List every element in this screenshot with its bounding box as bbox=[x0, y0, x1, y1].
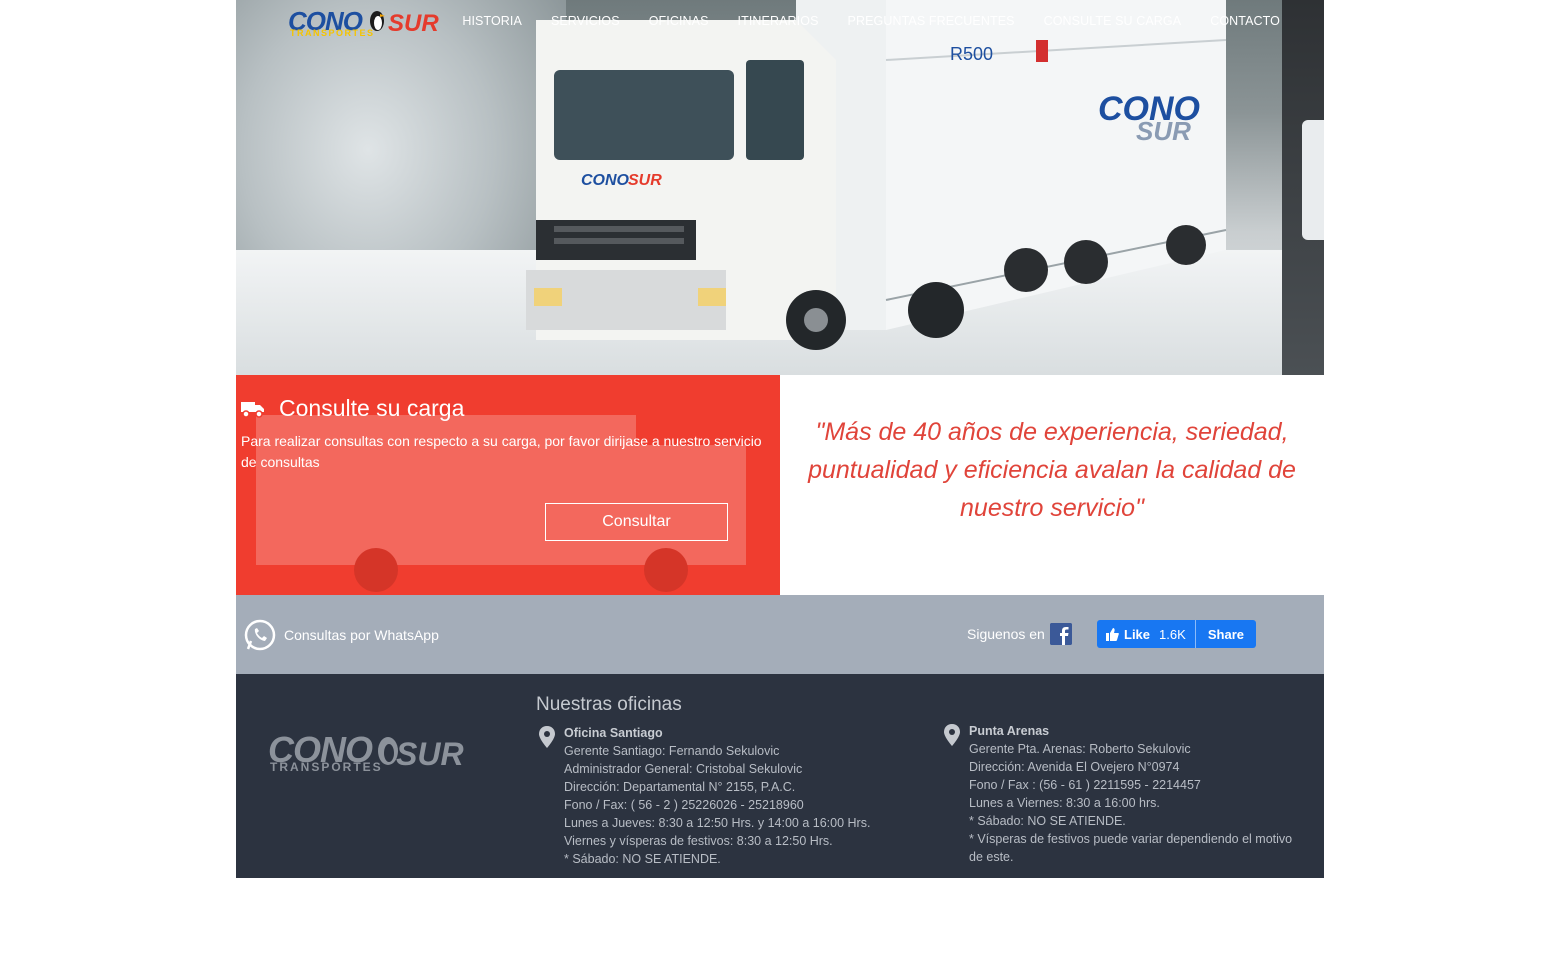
footer-logo-part2: SUR bbox=[396, 736, 464, 772]
office-line: Dirección: Departamental N° 2155, P.A.C. bbox=[564, 780, 796, 794]
fb-share-button[interactable]: Share bbox=[1194, 620, 1256, 648]
hero-side-strip bbox=[1282, 0, 1324, 375]
consult-panel: Consulte su carga Para realizar consulta… bbox=[236, 375, 780, 595]
quote-panel: "Más de 40 años de experiencia, seriedad… bbox=[780, 375, 1324, 595]
fb-like-button[interactable]: Like 1.6K bbox=[1097, 627, 1186, 642]
office-line: Administrador General: Cristobal Sekulov… bbox=[564, 762, 803, 776]
consultar-button[interactable]: Consultar bbox=[545, 503, 728, 541]
office-line: Gerente Santiago: Fernando Sekulovic bbox=[564, 744, 780, 758]
office-line: * Vísperas de festivos puede variar depe… bbox=[969, 832, 1293, 864]
hero-banner: CONO SUR R500 CONO SUR CONO SUR TRANSPOR… bbox=[236, 0, 1324, 375]
site-logo[interactable]: CONO SUR TRANSPORTES bbox=[288, 8, 440, 40]
footer-logo: CONO SUR TRANSPORTES bbox=[268, 732, 478, 776]
office-santiago: Oficina Santiago Gerente Santiago: Ferna… bbox=[538, 724, 899, 868]
logo-tagline: TRANSPORTES bbox=[290, 28, 375, 38]
follow-label: Siguenos en bbox=[967, 626, 1045, 642]
follow-us: Siguenos en bbox=[967, 623, 1072, 645]
nav-servicios[interactable]: SERVICIOS bbox=[551, 14, 620, 28]
office-line: Dirección: Avenida El Ovejero N°0974 bbox=[969, 760, 1180, 774]
facebook-like-widget: Like 1.6K Share bbox=[1097, 620, 1256, 648]
footer: CONO SUR TRANSPORTES Nuestras oficinas O… bbox=[236, 674, 1324, 878]
nav-oficinas[interactable]: OFICINAS bbox=[649, 14, 709, 28]
svg-text:CONO: CONO bbox=[581, 172, 630, 189]
nav-preguntas-frecuentes[interactable]: PREGUNTAS FRECUENTES bbox=[848, 14, 1015, 28]
office-line: Lunes a Viernes: 8:30 a 16:00 hrs. bbox=[969, 796, 1160, 810]
nav-contacto[interactable]: CONTACTO bbox=[1210, 14, 1280, 28]
consult-heading: Consulte su carga bbox=[241, 395, 464, 422]
facebook-icon[interactable] bbox=[1049, 623, 1072, 645]
company-quote: "Más de 40 años de experiencia, seriedad… bbox=[808, 418, 1296, 522]
location-pin-icon bbox=[539, 726, 555, 748]
office-line: Gerente Pta. Arenas: Roberto Sekulovic bbox=[969, 742, 1191, 756]
svg-text:R500: R500 bbox=[950, 44, 993, 64]
office-punta-arenas: Punta Arenas Gerente Pta. Arenas: Robert… bbox=[943, 722, 1304, 866]
fb-like-label: Like bbox=[1124, 626, 1151, 642]
office-name: Punta Arenas bbox=[969, 724, 1050, 738]
office-line: Fono / Fax : (56 - 61 ) 2211595 - 221445… bbox=[969, 778, 1201, 792]
offices-title: Nuestras oficinas bbox=[536, 694, 682, 715]
whatsapp-link[interactable]: Consultas por WhatsApp bbox=[244, 619, 439, 651]
office-punta-arenas-details: Punta Arenas Gerente Pta. Arenas: Robert… bbox=[969, 722, 1304, 866]
whatsapp-label: Consultas por WhatsApp bbox=[284, 627, 439, 643]
location-pin-icon bbox=[944, 724, 960, 746]
thumbs-up-icon bbox=[1106, 627, 1119, 641]
truck-icon bbox=[241, 401, 264, 418]
nav-historia[interactable]: HISTORIA bbox=[462, 14, 522, 28]
consult-description: Para realizar consultas con respecto a s… bbox=[241, 433, 762, 470]
footer-logo-tagline: TRANSPORTES bbox=[270, 760, 383, 774]
background-truck-image bbox=[256, 415, 746, 592]
svg-text:SUR: SUR bbox=[628, 172, 662, 189]
logo-brand-part2: SUR bbox=[388, 10, 439, 37]
fb-like-count: 1.6K bbox=[1159, 626, 1186, 642]
social-bar: Consultas por WhatsApp Siguenos en Like … bbox=[236, 595, 1324, 674]
office-line: Lunes a Jueves: 8:30 a 12:50 Hrs. y 14:0… bbox=[564, 816, 871, 830]
svg-text:SUR: SUR bbox=[1136, 116, 1191, 146]
main-nav: HISTORIA SERVICIOS OFICINAS ITINERARIOS … bbox=[462, 14, 1280, 28]
consult-title: Consulte su carga bbox=[279, 395, 465, 421]
office-line: Fono / Fax: ( 56 - 2 ) 25226026 - 252189… bbox=[564, 798, 804, 812]
whatsapp-icon bbox=[244, 619, 276, 651]
office-line: * Sábado: NO SE ATIENDE. bbox=[564, 852, 721, 866]
office-name: Oficina Santiago bbox=[564, 726, 663, 740]
office-line: * Sábado: NO SE ATIENDE. bbox=[969, 814, 1126, 828]
office-line: Viernes y vísperas de festivos: 8:30 a 1… bbox=[564, 834, 833, 848]
office-santiago-details: Oficina Santiago Gerente Santiago: Ferna… bbox=[564, 724, 899, 868]
nav-consulte-su-carga[interactable]: CONSULTE SU CARGA bbox=[1044, 14, 1182, 28]
nav-itinerarios[interactable]: ITINERARIOS bbox=[738, 14, 819, 28]
page: CONO SUR R500 CONO SUR CONO SUR TRANSPOR… bbox=[236, 0, 1324, 878]
hero-truck-image: CONO SUR R500 CONO SUR bbox=[526, 0, 1227, 350]
